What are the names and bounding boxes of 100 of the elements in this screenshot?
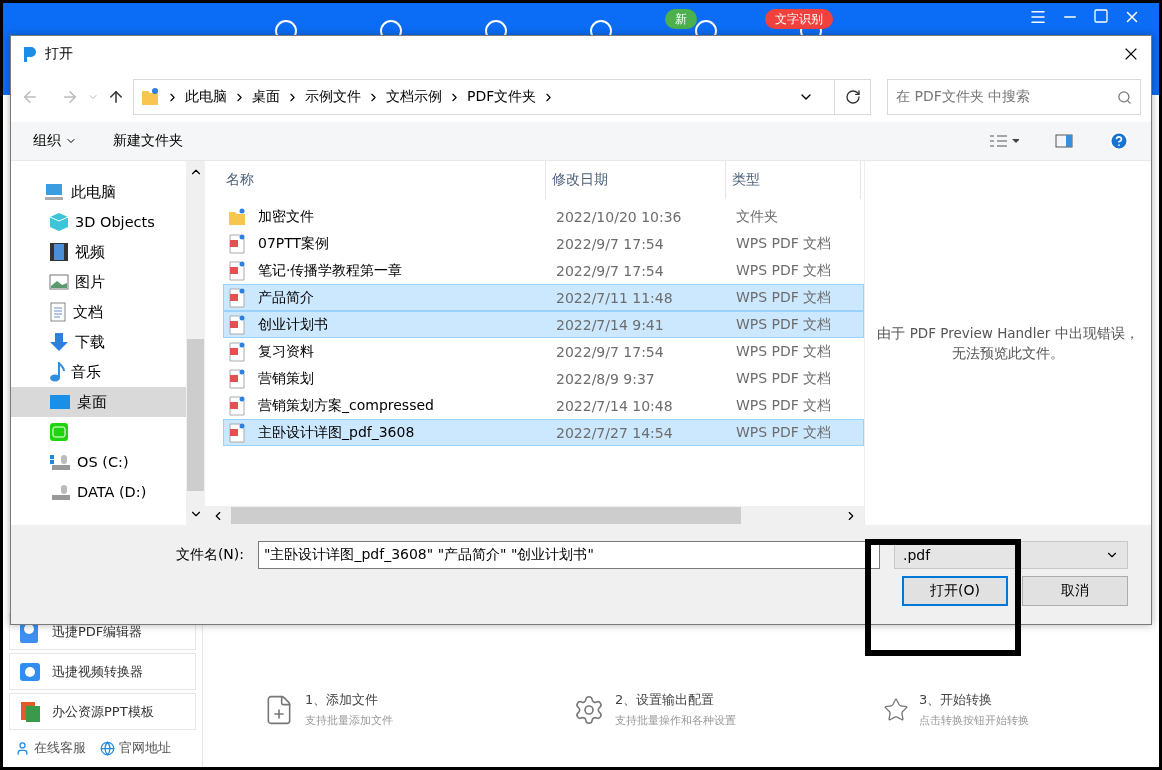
file-row[interactable]: 产品简介 2022/7/11 11:48 WPS PDF 文档 xyxy=(223,284,864,311)
computer-icon xyxy=(43,182,65,202)
file-name: 产品简介 xyxy=(257,288,314,307)
pdf-file-icon xyxy=(228,314,246,335)
file-date: 2022/10/20 10:36 xyxy=(555,208,683,225)
file-type: WPS PDF 文档 xyxy=(735,342,833,361)
user-icon xyxy=(15,740,30,756)
scrollbar-thumb[interactable] xyxy=(231,507,741,524)
nav-item[interactable]: 文档 xyxy=(11,297,186,327)
globe-icon xyxy=(100,740,115,756)
maximize-icon[interactable] xyxy=(1093,8,1109,24)
star-icon xyxy=(883,696,909,723)
nav-item[interactable]: 图片 xyxy=(11,267,186,297)
sidebar-item[interactable]: 迅捷视频转换器 xyxy=(9,653,196,690)
filename-field[interactable]: "主卧设计详图_pdf_3608" "产品简介" "创业计划书" xyxy=(258,541,880,569)
column-header[interactable]: 修改日期 xyxy=(546,161,726,199)
cube-icon xyxy=(49,212,69,232)
step-hint: 支持批量操作和各种设置 xyxy=(615,713,736,728)
address-bar[interactable]: 此电脑 桌面 示例文件 文档示例 PDF文件夹 xyxy=(133,79,871,115)
filetype-select[interactable]: .pdf xyxy=(894,541,1128,569)
column-header[interactable]: 类型 xyxy=(726,161,861,199)
pdf-file-icon xyxy=(228,341,246,362)
app-logo-icon xyxy=(21,45,37,63)
file-date: 2022/9/7 17:54 xyxy=(555,235,665,252)
file-type: WPS PDF 文档 xyxy=(735,315,833,334)
file-date: 2022/7/11 11:48 xyxy=(555,289,674,306)
sidebar-item[interactable]: 办公资源PPT模板 xyxy=(9,693,196,730)
nav-item[interactable]: 下载 xyxy=(11,327,186,357)
search-icon xyxy=(1117,89,1132,105)
breadcrumb-item[interactable]: 示例文件 xyxy=(305,88,361,106)
refresh-icon[interactable] xyxy=(844,89,861,105)
file-row[interactable]: 笔记·传播学教程第一章 2022/9/7 17:54 WPS PDF 文档 xyxy=(223,257,864,284)
desktop-icon xyxy=(49,393,71,411)
music-note-icon xyxy=(49,362,65,382)
breadcrumb-item[interactable]: 文档示例 xyxy=(386,88,442,106)
cancel-button[interactable]: 取消 xyxy=(1022,576,1128,606)
file-row[interactable]: 营销策划 2022/8/9 9:37 WPS PDF 文档 xyxy=(223,365,864,392)
help-icon[interactable] xyxy=(1109,131,1129,151)
file-row[interactable]: 创业计划书 2022/7/14 9:41 WPS PDF 文档 xyxy=(223,311,864,338)
breadcrumb-item[interactable]: PDF文件夹 xyxy=(467,88,537,106)
file-date: 2022/7/27 14:54 xyxy=(555,424,674,441)
footer-link[interactable]: 官网地址 xyxy=(100,739,171,757)
preview-message: 无法预览此文件。 xyxy=(952,344,1064,363)
pdf-file-icon xyxy=(228,395,246,416)
pdf-file-icon xyxy=(228,233,246,254)
file-date: 2022/8/9 9:37 xyxy=(555,370,656,387)
nav-item[interactable]: 音乐 xyxy=(11,357,186,387)
scrollbar-thumb[interactable] xyxy=(187,339,204,491)
up-icon[interactable] xyxy=(107,88,125,106)
file-name: 笔记·传播学教程第一章 xyxy=(257,261,403,280)
dialog-title: 打开 xyxy=(45,45,74,63)
nav-item[interactable]: OS (C:) xyxy=(11,447,186,477)
file-date: 2022/9/7 17:54 xyxy=(555,343,665,360)
view-list-icon[interactable] xyxy=(989,133,1019,149)
open-button[interactable]: 打开(O) xyxy=(902,576,1008,606)
file-row[interactable]: 主卧设计详图_pdf_3608 2022/7/27 14:54 WPS PDF 文档 xyxy=(223,419,864,446)
file-name: 创业计划书 xyxy=(257,315,328,334)
file-type: WPS PDF 文档 xyxy=(735,396,833,415)
file-row[interactable]: 07PTT案例 2022/9/7 17:54 WPS PDF 文档 xyxy=(223,230,864,257)
preview-message: 由于 PDF Preview Handler 中出现错误， xyxy=(877,324,1139,343)
file-name: 主卧设计详图_pdf_3608 xyxy=(257,423,415,442)
file-type: WPS PDF 文档 xyxy=(735,234,833,253)
step-hint: 点击转换按钮开始转换 xyxy=(919,713,1029,728)
picture-icon xyxy=(49,273,69,291)
down-arrow-icon xyxy=(49,332,69,352)
preview-pane-icon[interactable] xyxy=(1055,134,1073,148)
nav-item[interactable]: 桌面 xyxy=(11,387,186,417)
nav-item[interactable]: DATA (D:) xyxy=(11,477,186,507)
app-icon xyxy=(49,422,69,442)
file-row[interactable]: 加密文件 2022/10/20 10:36 文件夹 xyxy=(223,203,864,230)
file-date: 2022/7/14 10:48 xyxy=(555,397,674,414)
breadcrumb-item[interactable]: 此电脑 xyxy=(185,88,227,106)
nav-item[interactable]: 此电脑 xyxy=(11,177,186,207)
file-type: WPS PDF 文档 xyxy=(735,288,833,307)
breadcrumb-item[interactable]: 桌面 xyxy=(252,88,280,106)
badge: 新 xyxy=(665,9,697,29)
organize-menu[interactable]: 组织 xyxy=(33,132,77,150)
drive-icon xyxy=(49,482,71,502)
folder-icon xyxy=(140,87,160,107)
new-folder-button[interactable]: 新建文件夹 xyxy=(113,132,183,150)
step-title: 2、设置输出配置 xyxy=(615,691,716,709)
file-name: 加密文件 xyxy=(257,207,314,226)
file-row[interactable]: 营销策划方案_compressed 2022/7/14 10:48 WPS PDF 文档 xyxy=(223,392,864,419)
file-type: WPS PDF 文档 xyxy=(735,261,833,280)
nav-item[interactable]: 3D Objects xyxy=(11,207,186,237)
file-type: WPS PDF 文档 xyxy=(735,369,833,388)
file-date: 2022/9/7 17:54 xyxy=(555,262,665,279)
menu-icon[interactable] xyxy=(1029,8,1047,26)
column-header[interactable]: 名称 xyxy=(220,161,546,199)
step-title: 1、添加文件 xyxy=(305,691,380,709)
pdf-file-icon xyxy=(228,260,246,281)
footer-link[interactable]: 在线客服 xyxy=(15,739,86,757)
file-type: WPS PDF 文档 xyxy=(735,423,833,442)
step-hint: 支持批量添加文件 xyxy=(305,713,393,728)
file-type: 文件夹 xyxy=(735,207,779,226)
search-field[interactable]: 在 PDF文件夹 中搜索 xyxy=(887,79,1141,115)
file-row[interactable]: 复习资料 2022/9/7 17:54 WPS PDF 文档 xyxy=(223,338,864,365)
badge: 文字识别 xyxy=(765,9,833,29)
filename-label: 文件名(N): xyxy=(175,546,244,564)
nav-item[interactable]: 视频 xyxy=(11,237,186,267)
